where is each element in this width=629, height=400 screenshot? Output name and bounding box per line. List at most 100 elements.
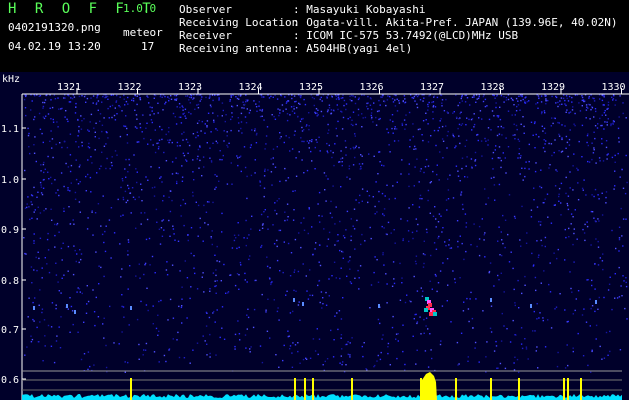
meteor-echo-small xyxy=(33,306,35,310)
noise-dot xyxy=(572,106,574,108)
noise-dot xyxy=(195,136,197,139)
noise-dot xyxy=(324,360,326,363)
noise-dot xyxy=(558,133,560,136)
noise-dot xyxy=(228,142,230,144)
noise-dot xyxy=(81,95,83,97)
noise-dot xyxy=(43,319,46,321)
noise-dot xyxy=(594,108,597,110)
noise-dot xyxy=(341,363,343,366)
noise-dot xyxy=(384,100,386,103)
noise-dot xyxy=(401,277,403,279)
noise-dot xyxy=(135,114,138,116)
noise-dot xyxy=(41,308,44,310)
noise-dot xyxy=(597,123,599,125)
noise-dot xyxy=(263,96,265,98)
noise-dot xyxy=(520,343,523,345)
noise-dot xyxy=(372,121,374,123)
noise-dot xyxy=(139,123,141,125)
noise-dot xyxy=(614,104,616,106)
noise-dot xyxy=(87,129,89,131)
noise-dot xyxy=(115,100,118,102)
noise-dot xyxy=(125,115,127,117)
noise-dot xyxy=(392,315,394,318)
noise-dot xyxy=(263,175,266,177)
noise-dot xyxy=(33,144,35,146)
noise-dot xyxy=(533,187,535,189)
noise-dot xyxy=(327,178,329,180)
noise-dot xyxy=(143,137,145,140)
noise-dot xyxy=(540,239,542,242)
noise-dot xyxy=(148,237,151,240)
noise-dot xyxy=(343,104,345,107)
noise-dot xyxy=(51,219,53,221)
noise-dot xyxy=(122,214,124,216)
noise-dot xyxy=(40,184,42,186)
noise-dot xyxy=(617,152,619,155)
noise-dot xyxy=(510,97,513,99)
noise-dot xyxy=(427,103,429,106)
noise-dot xyxy=(325,304,328,306)
noise-dot xyxy=(83,353,86,355)
noise-dot xyxy=(301,130,304,132)
noise-dot xyxy=(571,96,573,99)
noise-dot xyxy=(283,141,285,144)
noise-dot xyxy=(601,94,603,96)
noise-dot xyxy=(36,269,38,272)
noise-dot xyxy=(459,102,461,104)
noise-dot xyxy=(392,185,394,187)
noise-dot xyxy=(465,165,467,167)
noise-dot xyxy=(182,152,185,154)
noise-dot xyxy=(536,102,539,104)
noise-dot xyxy=(272,163,274,165)
noise-dot xyxy=(400,173,402,175)
noise-dot xyxy=(490,129,492,131)
noise-dot xyxy=(626,318,628,320)
noise-dot xyxy=(168,219,170,222)
noise-dot xyxy=(565,192,567,195)
noise-dot xyxy=(450,321,452,323)
noise-dot xyxy=(258,105,260,107)
noise-dot xyxy=(363,342,365,344)
noise-dot xyxy=(566,141,569,144)
noise-dot xyxy=(69,297,71,299)
noise-dot xyxy=(538,317,540,319)
noise-dot xyxy=(555,96,558,99)
noise-dot xyxy=(330,109,333,111)
noise-dot xyxy=(118,105,120,107)
noise-dot xyxy=(64,116,66,118)
noise-dot xyxy=(314,168,316,170)
noise-dot xyxy=(203,291,205,293)
noise-dot xyxy=(572,313,574,315)
noise-dot xyxy=(168,141,170,144)
noise-dot xyxy=(198,167,200,169)
noise-dot xyxy=(204,123,206,125)
noise-dot xyxy=(603,357,606,359)
noise-dot xyxy=(321,215,323,217)
noise-dot xyxy=(337,108,339,111)
noise-dot xyxy=(246,281,248,283)
noise-dot xyxy=(273,115,275,118)
noise-dot xyxy=(204,132,206,134)
noise-dot xyxy=(589,298,591,300)
noise-dot xyxy=(566,202,568,205)
noise-dot xyxy=(267,298,269,300)
noise-dot xyxy=(568,236,570,238)
noise-dot xyxy=(394,126,396,128)
noise-dot xyxy=(215,269,217,271)
noise-dot xyxy=(319,301,321,304)
noise-dot xyxy=(505,137,507,139)
noise-dot xyxy=(27,316,29,318)
noise-dot xyxy=(533,264,535,266)
noise-dot xyxy=(404,98,406,100)
noise-dot xyxy=(56,121,58,123)
noise-dot xyxy=(340,150,342,152)
noise-dot xyxy=(398,100,400,102)
noise-dot xyxy=(417,94,420,96)
noise-dot xyxy=(303,217,305,219)
noise-dot xyxy=(289,312,292,314)
noise-dot xyxy=(192,171,194,173)
noise-dot xyxy=(375,116,377,119)
noise-dot xyxy=(238,130,240,132)
noise-dot xyxy=(151,121,153,124)
meteor-echo-pixel xyxy=(429,312,433,316)
